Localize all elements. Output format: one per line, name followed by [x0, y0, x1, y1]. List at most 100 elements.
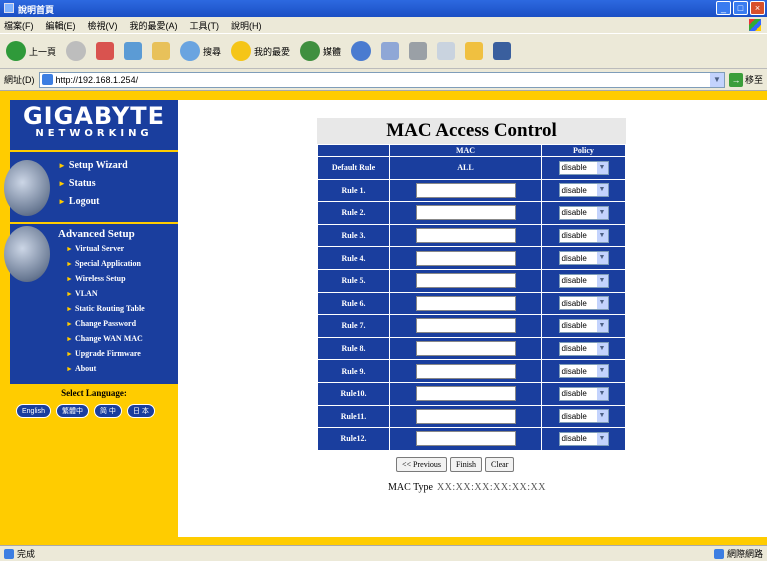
nav-static-routing[interactable]: ► Static Routing Table: [66, 304, 145, 313]
messenger-button[interactable]: [491, 37, 513, 65]
page-area: GIGABYTE NETWORKING ► Setup Wizard ► Statu…: [0, 91, 767, 545]
menu-edit[interactable]: 編輯(E): [46, 19, 76, 32]
menu-file[interactable]: 檔案(F): [4, 19, 34, 32]
policy-select[interactable]: disable ▼: [558, 251, 609, 266]
zone-label: 網際網路: [726, 549, 763, 559]
home-button[interactable]: [150, 37, 172, 65]
mac-address-input[interactable]: [415, 250, 516, 266]
mac-address-input[interactable]: [415, 182, 516, 198]
rule-label: Rule 7.: [317, 314, 390, 338]
table-header-row: MAC Policy: [317, 144, 626, 157]
nav-virtual-server[interactable]: ► Virtual Server: [66, 244, 124, 253]
window-titlebar: 說明首頁 _ □ ×: [0, 0, 767, 17]
policy-select[interactable]: disable ▼: [558, 409, 609, 424]
policy-select[interactable]: disable ▼: [558, 273, 609, 288]
policy-select[interactable]: disable ▼: [558, 183, 609, 198]
favorites-button[interactable]: 我的最愛: [229, 37, 292, 65]
table-row: Rule10. disable ▼: [317, 381, 626, 406]
edit-button[interactable]: [435, 37, 457, 65]
mac-access-panel: MAC Access Control MAC Policy Default Ru…: [317, 118, 626, 451]
policy-select[interactable]: disable ▼: [558, 386, 609, 401]
clear-button[interactable]: Clear: [485, 457, 515, 472]
nav-setup-wizard[interactable]: ► Setup Wizard: [58, 160, 128, 171]
mail-button[interactable]: [379, 37, 401, 65]
nav-change-password[interactable]: ► Change Password: [66, 319, 136, 328]
mac-address-input[interactable]: [415, 431, 516, 447]
mac-address-input[interactable]: [415, 341, 516, 357]
finish-button[interactable]: Finish: [450, 457, 483, 472]
nav-vlan[interactable]: ► VLAN: [66, 289, 98, 298]
media-button[interactable]: 媒體: [298, 37, 343, 65]
refresh-button[interactable]: [122, 37, 144, 65]
address-bar: 網址(D) http://192.168.1.254/ ▼ → 移至: [0, 69, 767, 91]
chevron-down-icon: ▼: [596, 206, 608, 219]
security-zone: 網際網路: [713, 547, 763, 560]
print-icon: [409, 42, 428, 60]
mac-address-input[interactable]: [415, 363, 516, 379]
nav-special-application[interactable]: ► Special Application: [66, 259, 141, 268]
favorites-label: 我的最愛: [254, 46, 291, 57]
policy-select[interactable]: disable ▼: [558, 296, 609, 311]
nav-change-wan-mac[interactable]: ► Change WAN MAC: [66, 334, 143, 343]
table-row: Rule 4. disable ▼: [317, 246, 626, 270]
menu-help[interactable]: 說明(H): [231, 19, 262, 32]
policy-select[interactable]: disable ▼: [558, 318, 609, 333]
lang-traditional-chinese-button[interactable]: 繁體中: [55, 404, 89, 418]
table-row: Rule 2. disable ▼: [317, 201, 626, 225]
address-input[interactable]: http://192.168.1.254/ ▼: [38, 71, 725, 88]
policy-select[interactable]: disable ▼: [558, 160, 609, 175]
menu-tools[interactable]: 工具(T): [190, 19, 220, 32]
form-buttons: << Previous Finish Clear: [396, 457, 515, 472]
rule-label: Rule 3.: [317, 223, 390, 248]
menu-view[interactable]: 檢視(V): [88, 19, 118, 32]
nav-wireless-setup[interactable]: ► Wireless Setup: [66, 274, 126, 283]
stop-button[interactable]: [94, 37, 116, 65]
mac-address-input[interactable]: [415, 205, 516, 221]
history-button[interactable]: [349, 37, 373, 65]
print-button[interactable]: [407, 37, 429, 65]
nav-status[interactable]: ► Status: [58, 178, 96, 189]
policy-select[interactable]: disable ▼: [558, 431, 609, 446]
chevron-down-icon: ▼: [596, 184, 608, 197]
nav-logout[interactable]: ► Logout: [58, 196, 99, 207]
browser-toolbar: 上一頁 搜尋 我的最愛 媒體: [0, 33, 767, 69]
rule-label: Rule12.: [317, 427, 390, 451]
mac-address-input[interactable]: [415, 295, 516, 311]
forward-button[interactable]: [64, 37, 88, 65]
mac-address-input[interactable]: [415, 228, 516, 244]
refresh-icon: [124, 42, 143, 60]
close-button[interactable]: ×: [750, 1, 765, 15]
mac-address-input[interactable]: [415, 408, 516, 424]
mac-address-input[interactable]: [415, 273, 516, 289]
rule-label: Rule 6.: [317, 291, 390, 316]
maximize-button[interactable]: □: [733, 1, 748, 15]
policy-select[interactable]: disable ▼: [558, 341, 609, 356]
rule-label: Default Rule: [317, 156, 390, 180]
search-button[interactable]: 搜尋: [178, 37, 223, 65]
address-dropdown-icon[interactable]: ▼: [709, 72, 724, 87]
nav-about[interactable]: ► About: [66, 364, 96, 373]
policy-select[interactable]: disable ▼: [558, 364, 609, 379]
lang-japanese-button[interactable]: 日 本: [126, 404, 155, 418]
table-row: Rule 8. disable ▼: [317, 336, 626, 361]
minimize-button[interactable]: _: [716, 1, 731, 15]
policy-select[interactable]: disable ▼: [558, 205, 609, 220]
mac-address-input[interactable]: [415, 318, 516, 334]
lang-simplified-chinese-button[interactable]: 简 中: [93, 404, 122, 418]
nav-upgrade-firmware[interactable]: ► Upgrade Firmware: [66, 349, 141, 358]
go-arrow-icon: →: [728, 72, 743, 87]
main-content: MAC Access Control MAC Policy Default Ru…: [178, 100, 767, 537]
mac-address-input[interactable]: [415, 386, 516, 402]
policy-select[interactable]: disable ▼: [558, 228, 609, 243]
mac-rules-table: MAC Policy Default Rule ALL disable ▼ Rul…: [317, 144, 626, 451]
mac-type-value: XX:XX:XX:XX:XX:XX: [436, 482, 547, 493]
menu-favorites[interactable]: 我的最愛(A): [130, 19, 178, 32]
previous-button[interactable]: << Previous: [396, 457, 448, 472]
folder-button[interactable]: [463, 37, 485, 65]
ie-page-icon: [4, 548, 14, 559]
table-row: Rule 6. disable ▼: [317, 291, 626, 316]
go-button[interactable]: → 移至: [728, 72, 763, 87]
back-button[interactable]: 上一頁: [4, 37, 58, 65]
lang-english-button[interactable]: English: [16, 404, 51, 418]
forward-arrow-icon: [66, 41, 87, 61]
